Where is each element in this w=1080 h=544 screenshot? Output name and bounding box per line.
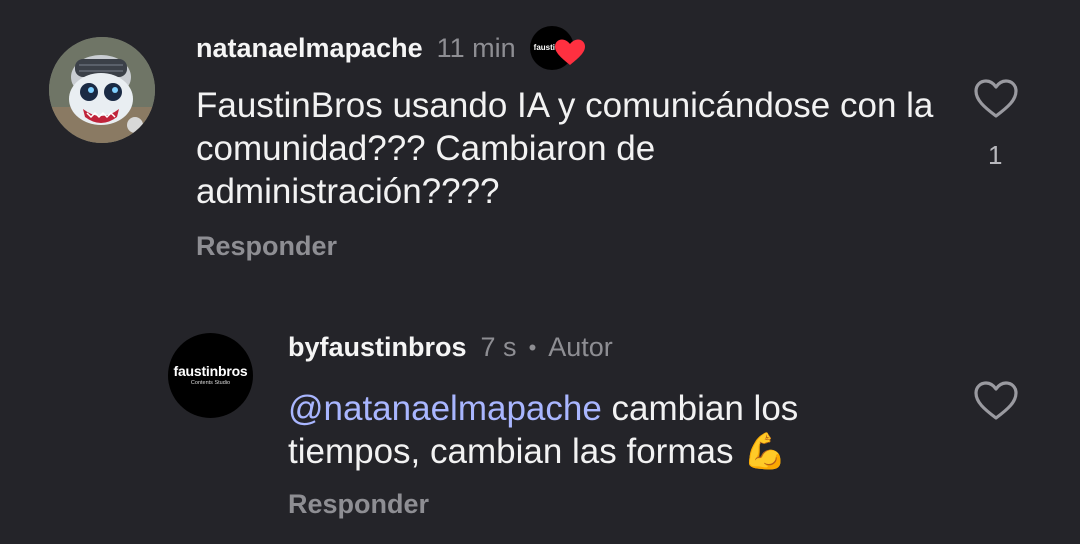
mention-link[interactable]: @natanaelmapache (288, 389, 602, 428)
heart-outline-icon[interactable] (972, 76, 1020, 120)
author-label: Autor (548, 332, 613, 362)
comment-header: natanaelmapache 11 min faustin (196, 26, 585, 70)
reply-button[interactable]: Responder (196, 231, 337, 262)
avatar-brand-text: faustinbros (173, 363, 248, 379)
avatar[interactable] (49, 37, 155, 143)
comment-text: @natanaelmapache cambian los tiempos, ca… (288, 387, 928, 473)
avatar[interactable]: faustinbros Contents Studio (168, 333, 253, 418)
timestamp: 7 s (480, 332, 517, 362)
username[interactable]: natanaelmapache (196, 33, 423, 64)
heart-filled-icon (554, 39, 585, 65)
comment-text: FaustinBros usando IA y comunicándose co… (196, 86, 934, 211)
avatar-subtitle-text: Contents Studio (190, 380, 231, 386)
mascot-avatar-icon (49, 37, 155, 143)
comment-header: byfaustinbros 7 s • Autor (288, 332, 613, 363)
author-liked-badge: faustin (529, 26, 585, 70)
username[interactable]: byfaustinbros (288, 332, 467, 363)
heart-outline-icon[interactable] (972, 378, 1020, 422)
reply-button[interactable]: Responder (288, 489, 429, 520)
like-count: 1 (988, 140, 1003, 170)
timestamp: 11 min (436, 32, 516, 63)
separator-dot: • (528, 334, 537, 360)
